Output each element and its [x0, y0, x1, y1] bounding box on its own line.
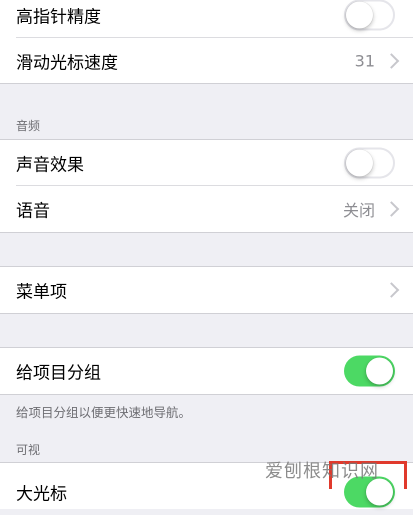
cursor-speed-value: 31	[354, 51, 375, 71]
large-cursor-label: 大光标	[16, 484, 67, 505]
cursor-speed-label: 滑动光标速度	[16, 53, 118, 74]
high-pointer-precision-switch[interactable]	[344, 0, 395, 31]
sound-effects-switch[interactable]	[344, 147, 395, 179]
sound-effects-row[interactable]: 声音效果	[0, 140, 413, 186]
chevron-right-icon	[383, 53, 400, 69]
speech-label: 语音	[16, 201, 50, 222]
menu-items-row[interactable]: 菜单项	[0, 267, 413, 313]
visual-section-header: 可视	[16, 443, 41, 457]
watermark-text: 爱刨根知识网	[265, 461, 379, 482]
sound-effects-label: 声音效果	[16, 155, 84, 176]
menu-items-label: 菜单项	[16, 282, 67, 303]
audio-settings-group: 声音效果 语音 关闭	[0, 140, 413, 232]
speech-value: 关闭	[342, 201, 375, 220]
audio-section-header: 音频	[16, 119, 41, 133]
switch-knob	[346, 1, 373, 29]
switch-knob	[346, 149, 373, 177]
group-items-label: 给项目分组	[16, 363, 101, 384]
pointer-settings-group: 高指针精度 滑动光标速度 31	[0, 0, 413, 84]
chevron-right-icon	[383, 282, 400, 298]
switch-knob	[366, 357, 393, 385]
group-border	[0, 232, 413, 233]
group-border	[0, 83, 413, 84]
chevron-right-icon	[383, 201, 400, 217]
group-items-group: 给项目分组	[0, 348, 413, 394]
speech-row[interactable]: 语音 关闭	[0, 186, 413, 232]
high-pointer-precision-row[interactable]: 高指针精度	[0, 0, 413, 38]
group-items-switch[interactable]	[344, 355, 395, 387]
high-pointer-precision-label: 高指针精度	[16, 7, 101, 28]
menu-items-group: 菜单项	[0, 267, 413, 313]
group-items-footer: 给项目分组以便更快速地导航。	[16, 405, 192, 420]
group-border	[0, 313, 413, 314]
cursor-speed-row[interactable]: 滑动光标速度 31	[0, 38, 413, 84]
group-items-row[interactable]: 给项目分组	[0, 348, 413, 394]
group-border	[0, 394, 413, 395]
